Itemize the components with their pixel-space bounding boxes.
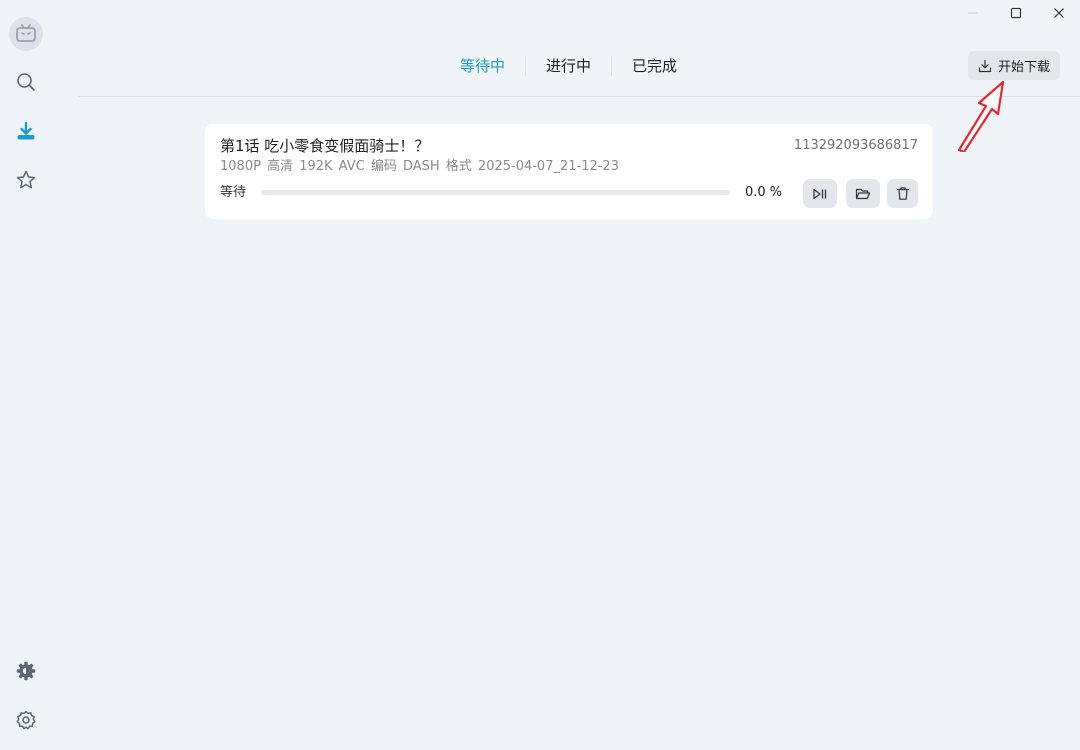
download-progress-bar [261,190,730,195]
close-button[interactable] [1037,0,1080,26]
tab-separator [611,56,612,76]
download-item-card: 第1话 吃小零食变假面骑士！？ 113292093686817 1080P 高清… [205,124,933,219]
download-tray-icon [978,59,992,72]
open-folder-button[interactable] [846,179,880,208]
star-icon [16,170,36,189]
sidebar [0,0,52,750]
theme-gear-icon [16,661,36,681]
download-item-title: 第1话 吃小零食变假面骑士！？ [220,137,430,155]
bilibili-tv-icon [16,24,36,42]
minimize-icon [967,12,978,14]
settings-icon [16,710,36,730]
download-icon [17,121,35,140]
annotation-arrow-icon [957,80,1005,152]
download-item-status: 等待 [220,185,247,200]
close-icon [1053,8,1064,18]
trash-icon [896,187,909,200]
tab-completed[interactable]: 已完成 [632,55,677,77]
download-item-id: 113292093686817 [793,138,918,153]
play-pause-icon [813,188,827,199]
tab-in-progress[interactable]: 进行中 [546,55,591,77]
tab-separator [525,56,526,76]
sidebar-item-settings[interactable] [6,702,46,738]
maximize-button[interactable] [994,0,1037,26]
minimize-button[interactable] [951,0,994,26]
download-tabs: 等待中 进行中 已完成 [0,50,1080,82]
sidebar-item-favorites[interactable] [6,162,46,198]
avatar[interactable] [9,17,43,51]
tab-waiting[interactable]: 等待中 [460,55,505,77]
sidebar-item-theme[interactable] [6,653,46,689]
download-item-meta: 1080P 高清 192K AVC 编码 DASH 格式 2025-04-07_… [220,159,619,174]
download-progress-text: 0.0 % [745,185,783,200]
folder-open-icon [855,188,871,199]
sidebar-item-download[interactable] [6,113,46,149]
window-controls [951,0,1080,26]
pause-resume-button[interactable] [803,179,837,208]
tabs-divider [78,96,1080,97]
delete-button[interactable] [887,179,918,208]
maximize-icon [1010,7,1021,19]
